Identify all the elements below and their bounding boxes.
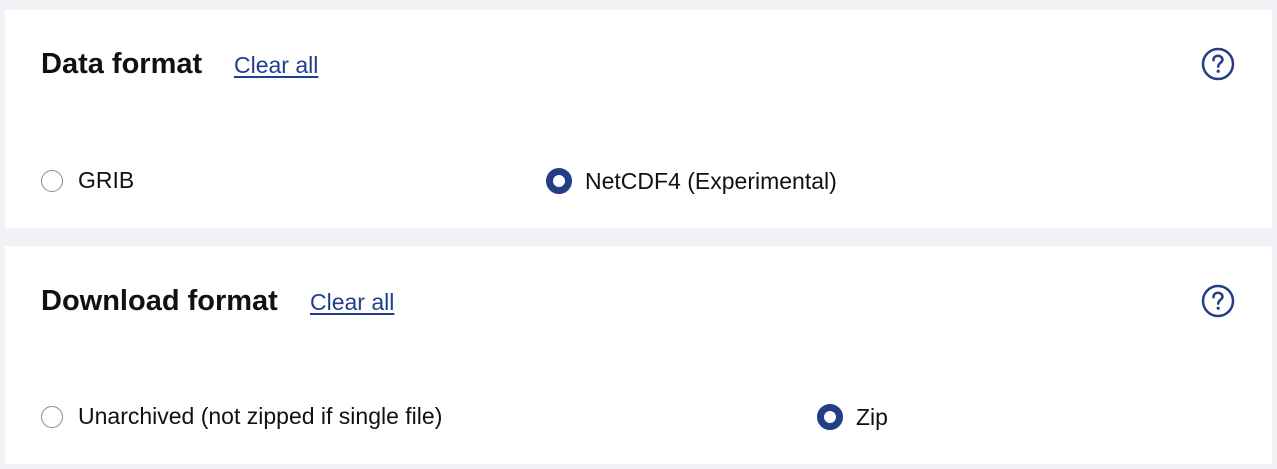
radio-option-grib[interactable]: GRIB (41, 169, 134, 192)
radio-label-zip: Zip (856, 403, 888, 430)
radio-button-netcdf4[interactable] (546, 168, 572, 194)
radio-button-zip[interactable] (817, 404, 843, 430)
data-format-clear-all-link[interactable]: Clear all (234, 54, 318, 77)
question-circle-icon[interactable] (1201, 47, 1235, 81)
radio-option-unarchived[interactable]: Unarchived (not zipped if single file) (41, 405, 442, 428)
radio-option-zip[interactable]: Zip (817, 403, 888, 430)
download-format-panel: Download format Clear all Unarchived (no… (5, 246, 1272, 464)
download-format-title: Download format (41, 285, 278, 317)
radio-label-netcdf4: NetCDF4 (Experimental) (585, 167, 837, 194)
data-format-panel: Data format Clear all GRIB NetCDF4 (Expe… (5, 10, 1272, 228)
radio-label-unarchived: Unarchived (not zipped if single file) (78, 403, 443, 429)
radio-label-grib: GRIB (78, 167, 135, 193)
download-format-clear-all-link[interactable]: Clear all (310, 291, 394, 314)
data-format-title: Data format (41, 48, 203, 80)
question-circle-icon[interactable] (1201, 284, 1235, 318)
radio-button-grib[interactable] (41, 169, 63, 192)
radio-option-netcdf4[interactable]: NetCDF4 (Experimental) (546, 167, 837, 194)
radio-button-unarchived[interactable] (41, 405, 63, 428)
